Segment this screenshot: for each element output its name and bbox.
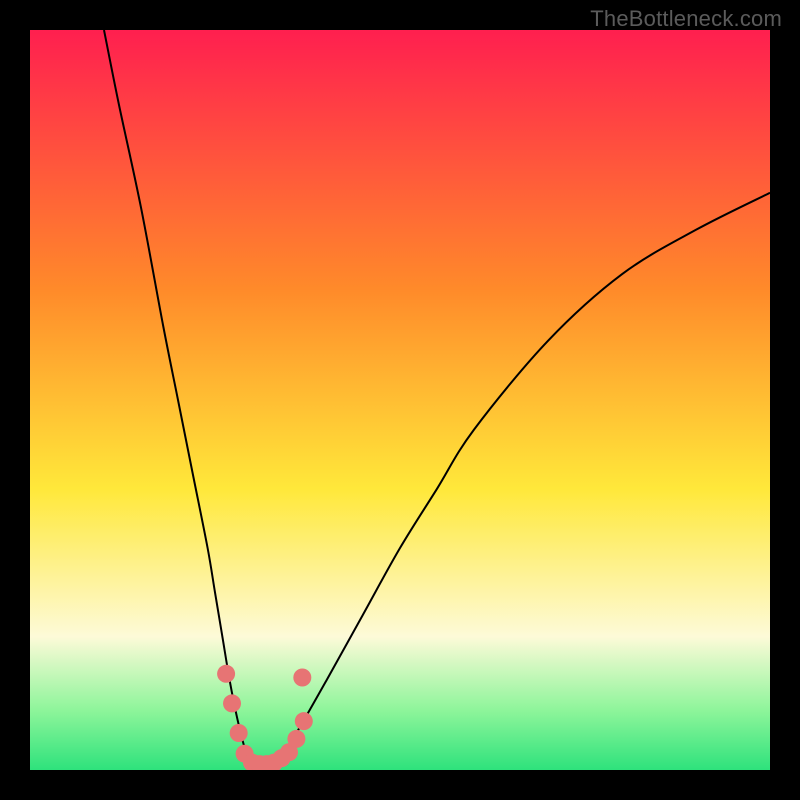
chart-svg (30, 30, 770, 770)
chart-frame: TheBottleneck.com (0, 0, 800, 800)
marker-point (295, 712, 313, 730)
marker-point (217, 665, 235, 683)
marker-point (230, 724, 248, 742)
watermark-text: TheBottleneck.com (590, 6, 782, 32)
marker-point (223, 694, 241, 712)
marker-point (293, 669, 311, 687)
marker-point (287, 730, 305, 748)
plot-area (30, 30, 770, 770)
gradient-background (30, 30, 770, 770)
